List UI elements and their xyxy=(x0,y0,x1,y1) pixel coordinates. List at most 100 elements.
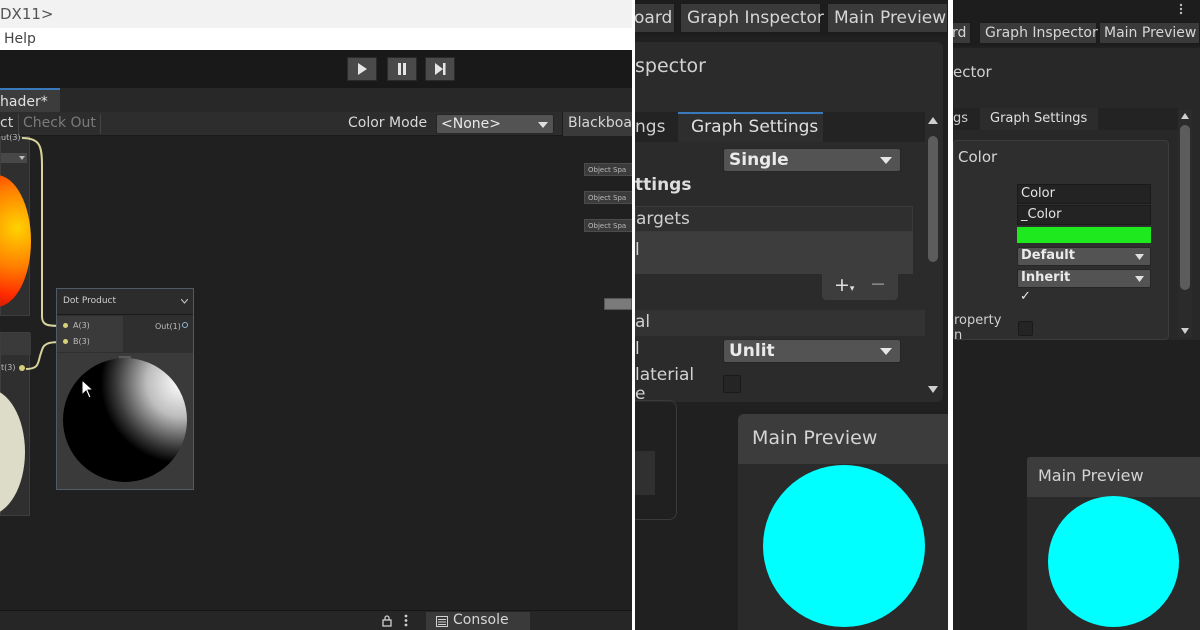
scrollbar-thumb[interactable] xyxy=(928,136,938,262)
more-vertical-icon[interactable] xyxy=(1179,3,1183,15)
port-out-dot[interactable] xyxy=(182,322,188,328)
mouse-cursor-icon xyxy=(81,379,95,399)
inspector-scrollbar[interactable] xyxy=(925,112,941,400)
port-a-label: A(3) xyxy=(73,321,90,330)
override-property-label-1: roperty xyxy=(954,313,1002,328)
blackboard-tab[interactable]: rd xyxy=(953,22,971,44)
document-tab-row xyxy=(0,88,632,112)
active-targets-label: argets xyxy=(636,209,690,229)
inspector-subtab-row: gs Graph Settings xyxy=(953,108,1178,130)
main-preview-tab[interactable]: Main Preview xyxy=(827,3,948,33)
precision-dropdown[interactable]: Inherit xyxy=(1017,269,1151,288)
allow-material-override-label-1: laterial xyxy=(635,365,695,385)
chevron-down-icon xyxy=(1135,276,1144,282)
toolbar-left-button[interactable]: ct xyxy=(0,115,13,131)
pause-button[interactable] xyxy=(387,57,417,81)
graph-settings-tab[interactable]: Graph Settings xyxy=(980,108,1098,130)
graph-toolbar: ct Check Out Color Mode <None> Blackboa xyxy=(0,112,632,136)
exposed-checkmark-icon[interactable]: ✓ xyxy=(1020,289,1031,304)
name-field[interactable]: Color xyxy=(1017,184,1151,204)
node-settings-tab[interactable]: ngs xyxy=(635,117,665,137)
property-section-title: Color xyxy=(958,148,998,166)
pause-icon xyxy=(398,63,406,75)
blackboard-toggle[interactable]: Blackboa xyxy=(562,112,632,136)
override-property-checkbox[interactable] xyxy=(1018,321,1033,336)
port-b-label: B(3) xyxy=(73,337,90,346)
add-target-button[interactable]: +▾ xyxy=(834,274,854,296)
reference-value: _Color xyxy=(1021,207,1062,222)
scrollbar-thumb[interactable] xyxy=(1180,125,1190,290)
target-section-label: al xyxy=(635,312,651,332)
main-preview-sphere[interactable] xyxy=(763,465,925,627)
material-value: Unlit xyxy=(729,341,775,361)
shader-graph-window: DX11> Help hader* ct Check Out Color Mod… xyxy=(0,0,632,630)
collapse-chevron-icon[interactable] xyxy=(181,299,188,304)
material-override-checkbox[interactable] xyxy=(723,375,741,393)
chevron-down-icon xyxy=(880,348,892,355)
target-section-header: al xyxy=(635,310,925,336)
main-preview-sphere[interactable] xyxy=(1048,496,1179,627)
override-property-label-2: n xyxy=(954,328,963,343)
port-out-label: Out(1) xyxy=(155,322,181,331)
list-footer: +▾ − xyxy=(822,273,898,300)
menu-help[interactable]: Help xyxy=(4,28,36,50)
color-mode-value: <None> xyxy=(441,116,501,132)
play-icon xyxy=(358,63,367,75)
chevron-down-icon xyxy=(1135,254,1144,260)
console-label: Console xyxy=(453,612,509,628)
input-ports: A(3) B(3) xyxy=(57,316,123,352)
scroll-up-icon[interactable] xyxy=(1181,113,1189,119)
node-preview-area xyxy=(57,353,193,489)
node-settings-tab[interactable]: gs xyxy=(953,111,968,126)
color-mode-dropdown[interactable]: <None> xyxy=(436,114,554,134)
name-value: Color xyxy=(1021,186,1055,201)
material-label: l xyxy=(635,339,640,359)
active-targets-list[interactable]: l xyxy=(635,232,913,274)
play-toolbar xyxy=(0,50,632,88)
inspector-title: ector xyxy=(953,63,992,81)
precision-dropdown[interactable]: Single xyxy=(723,148,901,172)
check-out-button[interactable]: Check Out xyxy=(23,115,96,131)
scroll-up-icon[interactable] xyxy=(928,117,938,124)
more-vertical-icon[interactable] xyxy=(404,614,408,627)
object-space-tag[interactable]: Object Spa xyxy=(584,163,632,176)
background-panel-field xyxy=(635,451,655,495)
window-title: DX11> xyxy=(0,0,632,28)
graph-inspector-tab[interactable]: Graph Inspector xyxy=(979,22,1098,44)
blackboard-tab[interactable]: oard xyxy=(635,3,675,33)
mode-dropdown[interactable]: Default xyxy=(1017,247,1151,266)
graph-canvas[interactable]: ut(3) t(3) Dot Product A(3) B(3) Out(1) … xyxy=(0,133,632,610)
port-a-dot[interactable] xyxy=(63,323,68,328)
main-preview-title: Main Preview xyxy=(752,427,878,449)
wire-endpoint-partial[interactable] xyxy=(604,298,632,310)
graph-inspector-tab[interactable]: Graph Inspector xyxy=(680,3,824,33)
default-color-swatch[interactable] xyxy=(1017,227,1151,243)
dot-product-preview-sphere xyxy=(63,358,187,482)
main-preview-tab[interactable]: Main Preview xyxy=(1099,22,1200,44)
chevron-down-icon xyxy=(538,122,548,128)
inspector-title: spector xyxy=(635,55,706,77)
inspector-scrollbar[interactable] xyxy=(1178,110,1192,338)
play-button[interactable] xyxy=(347,57,377,81)
inspector-panel: ector gs Graph Settings Color Color _Col… xyxy=(953,48,1200,343)
scroll-down-icon[interactable] xyxy=(928,386,938,393)
graph-settings-tab[interactable]: Graph Settings xyxy=(678,112,823,142)
mode-value: Default xyxy=(1021,248,1075,263)
status-bar: Console xyxy=(0,610,632,630)
remove-target-button[interactable]: − xyxy=(870,273,886,295)
material-dropdown[interactable]: Unlit xyxy=(723,339,901,363)
menu-bar: Help xyxy=(0,28,632,50)
lock-icon[interactable] xyxy=(382,614,392,627)
reference-field[interactable]: _Color xyxy=(1017,205,1151,225)
dot-product-node[interactable]: Dot Product A(3) B(3) Out(1) xyxy=(56,288,194,490)
console-tab[interactable]: Console xyxy=(426,612,530,630)
color-mode-label: Color Mode xyxy=(348,115,428,131)
node-title: Dot Product xyxy=(63,296,116,306)
step-button[interactable] xyxy=(425,57,455,81)
target-list-item[interactable]: l xyxy=(635,240,640,260)
port-b-dot[interactable] xyxy=(63,339,68,344)
shader-tab[interactable]: hader* xyxy=(0,88,60,112)
object-space-tag[interactable]: Object Spa xyxy=(584,191,632,204)
scroll-down-icon[interactable] xyxy=(1181,328,1189,334)
object-space-tag[interactable]: Object Spa xyxy=(584,219,632,232)
